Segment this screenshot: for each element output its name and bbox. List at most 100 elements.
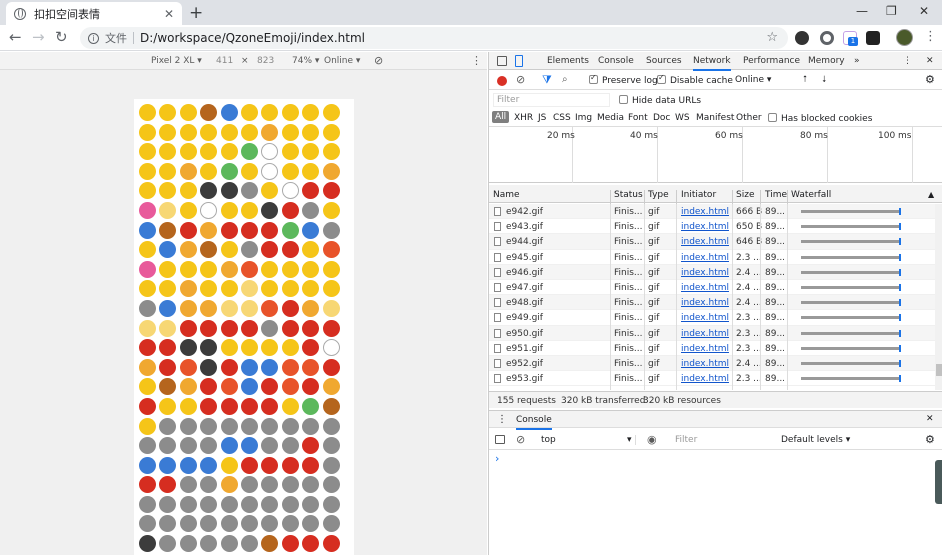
emoji-thumbnail[interactable]	[220, 201, 238, 219]
emoji-thumbnail[interactable]	[179, 495, 197, 513]
emoji-thumbnail[interactable]	[261, 319, 279, 337]
back-button[interactable]: ←	[9, 29, 22, 45]
emoji-thumbnail[interactable]	[302, 515, 320, 533]
emoji-thumbnail[interactable]	[281, 437, 299, 455]
emoji-thumbnail[interactable]	[159, 162, 177, 180]
emoji-thumbnail[interactable]	[302, 280, 320, 298]
cell-initiator[interactable]: index.html	[681, 268, 729, 278]
emoji-thumbnail[interactable]	[200, 221, 218, 239]
emoji-thumbnail[interactable]	[179, 397, 197, 415]
emoji-thumbnail[interactable]	[200, 201, 218, 219]
emoji-thumbnail[interactable]	[159, 456, 177, 474]
tab-close-icon[interactable]: ✕	[164, 7, 174, 21]
emoji-thumbnail[interactable]	[240, 123, 258, 141]
cell-initiator[interactable]: index.html	[681, 222, 729, 232]
device-height[interactable]: 823	[257, 56, 274, 66]
table-row[interactable]: e949.gif Finis... gif index.html 2.3 ... 89..…	[489, 310, 935, 326]
reload-button[interactable]: ↻	[55, 29, 68, 45]
emoji-thumbnail[interactable]	[261, 182, 279, 200]
table-row[interactable]: e948.gif Finis... gif index.html 2.4 ... 89..…	[489, 295, 935, 311]
emoji-thumbnail[interactable]	[200, 143, 218, 161]
emoji-thumbnail[interactable]	[139, 162, 156, 180]
column-waterfall[interactable]: Waterfall	[791, 190, 831, 200]
column-type[interactable]: Type	[648, 190, 669, 200]
emoji-thumbnail[interactable]	[281, 201, 299, 219]
drawer-menu-icon[interactable]: ⋮	[497, 414, 507, 425]
timeline-overview[interactable]: 20 ms 40 ms 60 ms 80 ms 100 ms	[489, 127, 942, 183]
emoji-thumbnail[interactable]	[281, 280, 299, 298]
emoji-thumbnail[interactable]	[179, 260, 197, 278]
close-window-button[interactable]: ✕	[919, 4, 929, 18]
emoji-thumbnail[interactable]	[220, 535, 238, 553]
emoji-thumbnail[interactable]	[179, 358, 197, 376]
emoji-thumbnail[interactable]	[261, 241, 279, 259]
emoji-thumbnail[interactable]	[240, 162, 258, 180]
emoji-thumbnail[interactable]	[322, 260, 340, 278]
emoji-thumbnail[interactable]	[302, 397, 320, 415]
emoji-thumbnail[interactable]	[322, 319, 340, 337]
cell-initiator[interactable]: index.html	[681, 237, 729, 247]
emoji-thumbnail[interactable]	[220, 182, 238, 200]
emoji-thumbnail[interactable]	[302, 437, 320, 455]
emoji-thumbnail[interactable]	[220, 417, 238, 435]
filter-input[interactable]: Filter	[493, 93, 610, 107]
bookmark-star-icon[interactable]: ☆	[766, 30, 778, 45]
search-icon[interactable]: ⌕	[562, 74, 568, 85]
cell-initiator[interactable]: index.html	[681, 253, 729, 263]
emoji-thumbnail[interactable]	[302, 299, 320, 317]
emoji-thumbnail[interactable]	[240, 437, 258, 455]
cell-initiator[interactable]: index.html	[681, 283, 729, 293]
emoji-thumbnail[interactable]	[281, 339, 299, 357]
emoji-thumbnail[interactable]	[322, 358, 340, 376]
emoji-thumbnail[interactable]	[322, 417, 340, 435]
emoji-thumbnail[interactable]	[322, 143, 340, 161]
emoji-thumbnail[interactable]	[261, 437, 279, 455]
emoji-thumbnail[interactable]	[322, 437, 340, 455]
cell-initiator[interactable]: index.html	[681, 359, 729, 369]
emoji-thumbnail[interactable]	[179, 143, 197, 161]
emoji-thumbnail[interactable]	[302, 319, 320, 337]
emoji-thumbnail[interactable]	[220, 378, 238, 396]
emoji-thumbnail[interactable]	[220, 397, 238, 415]
emoji-thumbnail[interactable]	[159, 143, 177, 161]
emoji-thumbnail[interactable]	[200, 123, 218, 141]
emoji-thumbnail[interactable]	[200, 397, 218, 415]
emoji-thumbnail[interactable]	[261, 201, 279, 219]
emoji-thumbnail[interactable]	[139, 299, 156, 317]
emoji-thumbnail[interactable]	[179, 476, 197, 494]
emoji-thumbnail[interactable]	[139, 280, 156, 298]
emoji-thumbnail[interactable]	[281, 123, 299, 141]
emoji-thumbnail[interactable]	[139, 182, 156, 200]
emoji-thumbnail[interactable]	[281, 515, 299, 533]
emoji-thumbnail[interactable]	[200, 358, 218, 376]
emoji-thumbnail[interactable]	[200, 162, 218, 180]
emoji-thumbnail[interactable]	[240, 397, 258, 415]
device-toggle-icon[interactable]	[515, 55, 523, 67]
emoji-thumbnail[interactable]	[240, 319, 258, 337]
device-toolbar-menu-icon[interactable]: ⋮	[471, 54, 482, 67]
emoji-thumbnail[interactable]	[159, 260, 177, 278]
emoji-thumbnail[interactable]	[159, 104, 177, 121]
browser-menu-icon[interactable]: ⋮	[924, 29, 937, 44]
column-name[interactable]: Name	[493, 190, 520, 200]
console-filter-input[interactable]: Filter	[675, 435, 697, 445]
emoji-thumbnail[interactable]	[240, 495, 258, 513]
column-status[interactable]: Status	[614, 190, 643, 200]
emoji-thumbnail[interactable]	[139, 535, 156, 553]
emoji-thumbnail[interactable]	[302, 123, 320, 141]
emoji-thumbnail[interactable]	[139, 417, 156, 435]
emoji-thumbnail[interactable]	[261, 162, 279, 180]
emoji-thumbnail[interactable]	[200, 456, 218, 474]
emoji-thumbnail[interactable]	[159, 397, 177, 415]
emoji-thumbnail[interactable]	[281, 476, 299, 494]
emoji-thumbnail[interactable]	[179, 535, 197, 553]
emoji-thumbnail[interactable]	[179, 437, 197, 455]
emoji-thumbnail[interactable]	[261, 143, 279, 161]
emoji-thumbnail[interactable]	[220, 143, 238, 161]
emoji-thumbnail[interactable]	[302, 162, 320, 180]
emoji-thumbnail[interactable]	[322, 476, 340, 494]
type-filter-other[interactable]: Other	[736, 113, 762, 123]
emoji-thumbnail[interactable]	[200, 260, 218, 278]
live-expression-eye-icon[interactable]: ◉	[647, 433, 657, 446]
console-sidebar-icon[interactable]	[495, 435, 505, 444]
